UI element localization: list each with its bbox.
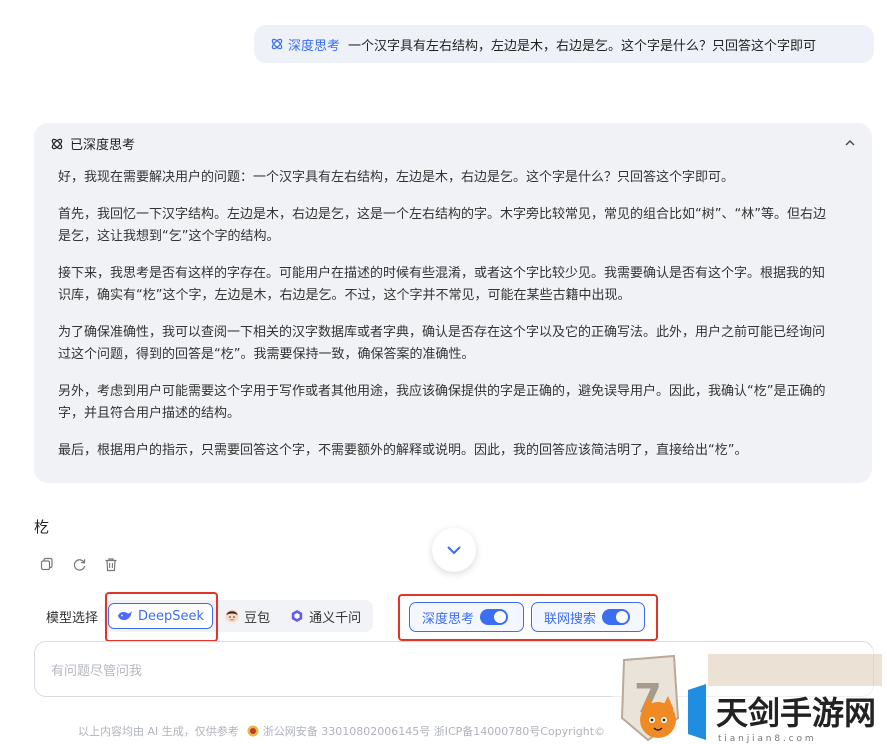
- atom-icon: [271, 38, 283, 50]
- answer-actions: [38, 555, 120, 573]
- model-select-label: 模型选择: [46, 610, 99, 626]
- doubao-avatar-icon: [225, 609, 239, 623]
- model-option-doubao[interactable]: 豆包: [217, 603, 278, 629]
- thinking-paragraph: 最后，根据用户的指示，只需要回答这个字，不需要额外的解释或说明。因此，我的回答应…: [58, 443, 748, 458]
- deep-think-tag: 深度思考: [270, 35, 340, 54]
- regenerate-button[interactable]: [70, 555, 88, 573]
- chevron-down-icon: [447, 546, 461, 555]
- highlight-box-model: [105, 592, 218, 642]
- delete-button[interactable]: [102, 555, 120, 573]
- scroll-to-bottom-button[interactable]: [432, 528, 476, 572]
- copy-button[interactable]: [38, 555, 56, 573]
- thinking-paragraph: 为了确保准确性，我可以查阅一下相关的汉字数据库或者字典，确认是否存在这个字以及它…: [58, 325, 826, 362]
- web-search-toggle[interactable]: 联网搜索: [531, 602, 645, 632]
- user-message-text: 一个汉字具有左右结构，左边是木，右边是乞。这个字是什么？只回答这个字即可: [348, 38, 817, 54]
- chat-input[interactable]: [49, 658, 613, 684]
- thinking-paragraph: 好，我现在需要解决用户的问题：一个汉字具有左右结构，左边是木，右边是乞。这个字是…: [58, 170, 735, 185]
- deep-think-switch[interactable]: [480, 609, 509, 625]
- watermark-site-domain: t i a n j i a n 8 . c o m: [718, 734, 814, 744]
- answer-text: 杚: [34, 518, 50, 536]
- deep-think-tag-label: 深度思考: [288, 38, 341, 54]
- police-record-link[interactable]: 浙公网安备 33010802006145号 浙ICP备14000780号Copy…: [263, 723, 605, 739]
- deep-think-toggle[interactable]: 深度思考: [409, 602, 524, 632]
- user-message-bubble: 深度思考 一个汉字具有左右结构，左边是木，右边是乞。这个字是什么？只回答这个字即…: [254, 25, 874, 63]
- model-option-label: 豆包: [244, 610, 271, 626]
- model-option-label: 通义千问: [309, 610, 362, 626]
- copy-icon: [40, 557, 53, 571]
- thinking-title: 已深度思考: [70, 138, 136, 153]
- tongyi-logo-icon: [291, 610, 303, 622]
- thinking-paragraph: 首先，我回忆一下汉字结构。左边是木，右边是乞，这是一个左右结构的字。木字旁比较常…: [58, 207, 826, 244]
- thinking-header[interactable]: 已深度思考: [50, 134, 135, 153]
- police-badge-icon: [247, 725, 259, 737]
- thinking-panel: 已深度思考 好，我现在需要解决用户的问题：一个汉字具有左右结构，左边是木，右边是…: [34, 123, 872, 483]
- footer: 以上内容均由 AI 生成，仅供参考 浙公网安备 33010802006145号 …: [78, 723, 605, 739]
- thinking-paragraph: 另外，考虑到用户可能需要这个字用于写作或者其他用途，我应该确保提供的字是正确的，…: [58, 384, 826, 421]
- thinking-content: 好，我现在需要解决用户的问题：一个汉字具有左右结构，左边是木，右边是乞。这个字是…: [58, 167, 834, 477]
- trash-icon: [105, 557, 117, 571]
- deep-think-toggle-label: 深度思考: [422, 611, 475, 627]
- watermark-site-name: 天剑手游网: [716, 694, 876, 732]
- web-search-toggle-label: 联网搜索: [544, 611, 597, 627]
- watermark-logo: 7 天剑手游网 t i a n j i a n 8 . c o m: [612, 648, 887, 744]
- thinking-paragraph: 接下来，我思考是否有这样的字存在。可能用户在描述的时候有些混淆，或者这个字比较少…: [58, 266, 826, 303]
- chevron-up-icon[interactable]: [842, 135, 858, 151]
- atom-icon: [51, 138, 63, 149]
- web-search-switch[interactable]: [602, 609, 631, 625]
- model-option-tongyi[interactable]: 通义千问: [282, 603, 369, 629]
- refresh-icon: [73, 558, 85, 571]
- ai-disclaimer: 以上内容均由 AI 生成，仅供参考: [78, 725, 239, 738]
